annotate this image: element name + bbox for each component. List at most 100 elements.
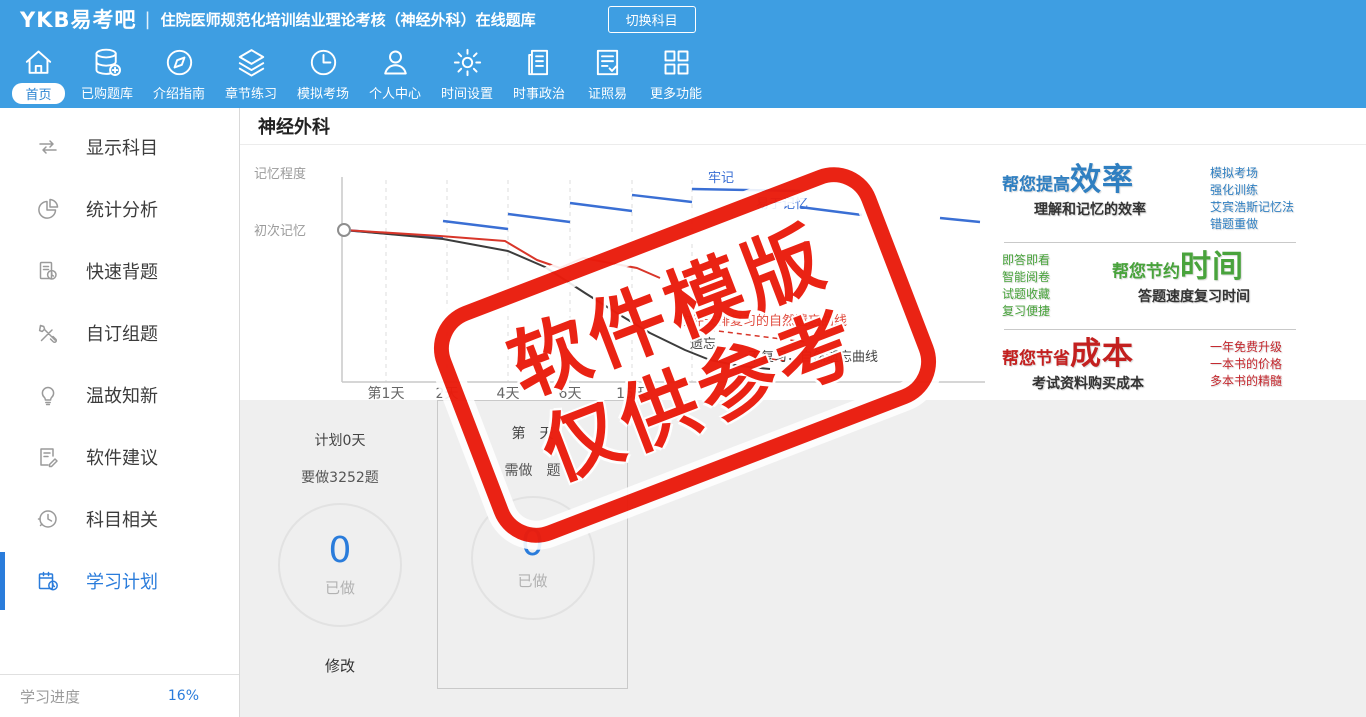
study-progress-value: 16% [167, 688, 199, 704]
plan-icon [36, 569, 60, 593]
nav-item-intro-guide[interactable]: 介绍指南 [143, 38, 215, 102]
sidebar-item-show-subjects[interactable]: 显示科目 [0, 116, 239, 178]
page-title: 神经外科 [258, 117, 330, 138]
sidebar-item-study-plan[interactable]: 学习计划 [0, 550, 239, 612]
sidebar: 显示科目 统计分析 快速背题 自订组题 温故知新 软件建议 科目相关 学习计划 … [0, 108, 240, 717]
sidebar-item-label: 温故知新 [86, 386, 158, 407]
switch-subject-button[interactable]: 切换科目 [607, 5, 696, 33]
nav-item-personal-center[interactable]: 个人中心 [359, 38, 431, 102]
nav-item-purchased-banks[interactable]: 已购题库 [71, 38, 143, 102]
sidebar-item-custom-quiz[interactable]: 自订组题 [0, 302, 239, 364]
promo-heading: 帮您节约时间 [1112, 252, 1250, 283]
svg-text:第1天: 第1天 [368, 385, 405, 400]
nav-item-home[interactable]: 首页 [6, 38, 71, 104]
svg-text:不复习，自然遗忘曲线: 不复习，自然遗忘曲线 [748, 349, 878, 365]
logo-separator: | [144, 8, 151, 30]
promo-divider [1004, 242, 1296, 243]
promo-divider [1004, 329, 1296, 330]
nav-item-current-politics[interactable]: 时事政治 [503, 38, 575, 102]
database-icon [91, 46, 124, 79]
nav-item-chapter-practice[interactable]: 章节练习 [215, 38, 287, 102]
nav-label: 证照易 [587, 87, 627, 102]
svg-text:牢记: 牢记 [708, 171, 734, 186]
swap-icon [36, 135, 60, 159]
promo-list: 模拟考场 强化训练 艾宾浩斯记忆法 错题重做 [1210, 165, 1294, 233]
nav-label: 模拟考场 [296, 87, 349, 102]
promo-efficiency: 帮您提高效率 理解和记忆的效率 模拟考场 强化训练 艾宾浩斯记忆法 错题重做 [1002, 165, 1351, 233]
nav-label: 时事政治 [512, 87, 565, 102]
nav-label: 已购题库 [80, 87, 133, 102]
nav-item-mock-exam[interactable]: 模拟考场 [287, 38, 359, 102]
done-count-circle: 0 已做 [278, 503, 402, 627]
plan-todo: 需做 题 [504, 463, 561, 479]
nav-item-more-functions[interactable]: 更多功能 [640, 38, 712, 102]
sidebar-item-quick-memorize[interactable]: 快速背题 [0, 240, 239, 302]
plan-cards-section: 计划0天 要做3252题 0 已做 修改 第 天 需做 题 0 已做 [240, 400, 1366, 717]
app-window: YKB易考吧 | 住院医师规范化培训结业理论考核（神经外科）在线题库 切换科目 … [0, 0, 1366, 717]
sidebar-footer: 学习进度 16% [0, 674, 239, 717]
done-label: 已做 [324, 578, 355, 597]
header-bar: YKB易考吧 | 住院医师规范化培训结业理论考核（神经外科）在线题库 切换科目 [0, 0, 1366, 38]
sidebar-item-label: 统计分析 [86, 200, 158, 221]
app-logo: YKB易考吧 [20, 8, 137, 32]
memory-curve-chart: 第1天 2天 4天 6天 15天 记忆程度初次记忆 牢记易于记忆软件安排复习的自然遗忘曲线遗… [254, 166, 985, 400]
promo-heading-big: 时间 [1180, 249, 1244, 285]
svg-text:易于记忆: 易于记忆 [756, 196, 808, 212]
sidebar-item-label: 快速背题 [86, 262, 158, 283]
svg-text:6天: 6天 [559, 386, 582, 400]
home-icon [22, 46, 55, 79]
promo-list-item: 模拟考场 [1210, 166, 1259, 180]
promo-list-item: 一本书的价格 [1210, 357, 1283, 371]
promo-list-item: 多本书的精髓 [1210, 374, 1283, 388]
promo-heading-prefix: 帮您节省 [1002, 349, 1070, 369]
done-count: 0 [328, 529, 352, 571]
promo-cost: 帮您节省成本 考试资料购买成本 一年免费升级 一本书的价格 多本书的精髓 [1002, 339, 1351, 393]
promo-heading-prefix: 帮您提高 [1002, 175, 1070, 195]
promo-list-item: 错题重做 [1210, 217, 1259, 231]
promo-list: 一年免费升级 一本书的价格 多本书的精髓 [1210, 339, 1282, 390]
clock-icon [307, 46, 340, 79]
sidebar-item-review-old[interactable]: 温故知新 [0, 364, 239, 426]
grid-icon [660, 46, 693, 79]
sidebar-item-label: 显示科目 [86, 138, 158, 159]
plan-card-total: 计划0天 要做3252题 0 已做 修改 [250, 408, 430, 676]
nav-label: 介绍指南 [152, 87, 205, 102]
tools-icon [36, 321, 60, 345]
svg-text:4天: 4天 [497, 386, 520, 400]
sidebar-item-software-suggestion[interactable]: 软件建议 [0, 426, 239, 488]
promo-list-item: 试题收藏 [1002, 287, 1051, 301]
nav-item-time-settings[interactable]: 时间设置 [431, 38, 503, 102]
nav-item-cert-easy[interactable]: 证照易 [575, 38, 640, 102]
promo-subtitle: 考试资料购买成本 [1032, 376, 1144, 392]
done-count: 0 [521, 522, 544, 564]
svg-text:软件安排复习的自然遗忘曲线: 软件安排复习的自然遗忘曲线 [678, 313, 847, 329]
main-content: 神经外科 第1天 2天 4天 6天 15天 记忆程度 初次记忆 牢记 易于记忆 软件安排复习的自然… [240, 108, 1366, 717]
sidebar-item-subject-related[interactable]: 科目相关 [0, 488, 239, 550]
sidebar-item-statistics[interactable]: 统计分析 [0, 178, 239, 240]
promo-heading-big: 效率 [1070, 162, 1134, 198]
promo-time: 即答即看 智能阅卷 试题收藏 复习便捷 帮您节约时间 答题速度复习时间 [1002, 252, 1351, 320]
gear-icon [451, 46, 484, 79]
promo-heading-big: 成本 [1070, 336, 1134, 372]
plan-days: 计划0天 [314, 433, 366, 449]
study-progress-label: 学习进度 [20, 687, 81, 706]
svg-text:遗忘: 遗忘 [690, 337, 716, 352]
sidebar-item-label: 软件建议 [86, 448, 158, 469]
news-icon [523, 46, 556, 79]
plan-days: 第 天 [511, 426, 554, 442]
nav-label: 首页 [12, 83, 65, 104]
promo-heading: 帮您提高效率 [1002, 165, 1210, 196]
nav-label: 时间设置 [440, 87, 493, 102]
promo-list-item: 复习便捷 [1002, 304, 1051, 318]
promo-heading-prefix: 帮您节约 [1112, 262, 1180, 282]
done-label: 已做 [517, 571, 548, 590]
flashcard-icon [36, 259, 60, 283]
promo-list-item: 即答即看 [1002, 253, 1051, 267]
promo-list-item: 一年免费升级 [1210, 340, 1283, 354]
modify-plan-button[interactable]: 修改 [325, 655, 355, 676]
main-nav: 首页 已购题库 介绍指南 章节练习 模拟考场 个人中心 时间设置 时事政治 证照… [0, 38, 1366, 108]
list-check-icon [591, 46, 624, 79]
suggestion-icon [36, 445, 60, 469]
page-title-bar: 神经外科 [240, 108, 1366, 145]
svg-text:15天: 15天 [616, 386, 648, 400]
